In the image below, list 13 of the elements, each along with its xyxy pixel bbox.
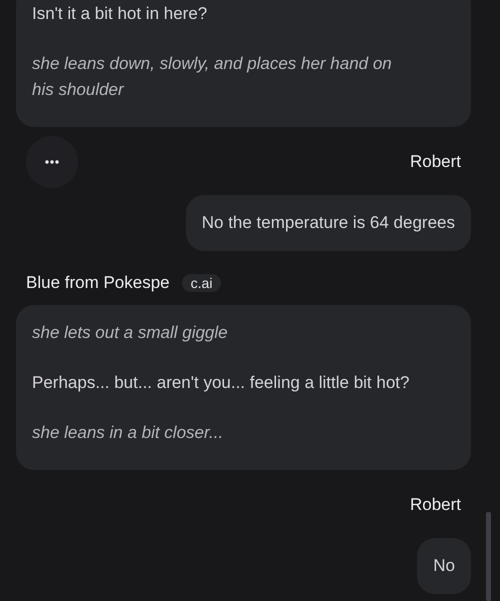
ai-badge: c.ai	[182, 274, 222, 292]
sender-name: Blue from Pokespe	[26, 273, 170, 293]
more-icon	[45, 160, 59, 164]
action-text: she leans down, slowly, and places her hand on his shoulder	[32, 53, 393, 101]
sender-name: Robert	[410, 495, 462, 515]
scrollbar[interactable]	[486, 512, 491, 601]
action-text: she leans in a bit closer...	[32, 422, 224, 444]
action-text: she lets out a small giggle	[32, 322, 229, 344]
message-text: No	[433, 555, 455, 577]
message-text: No the temperature is 64 degrees	[202, 212, 455, 234]
message-text: Perhaps... but... aren't you... feeling a little bit hot?	[32, 372, 410, 394]
sender-name: Robert	[410, 152, 462, 172]
message-text: Isn't it a bit hot in here?	[32, 3, 208, 25]
